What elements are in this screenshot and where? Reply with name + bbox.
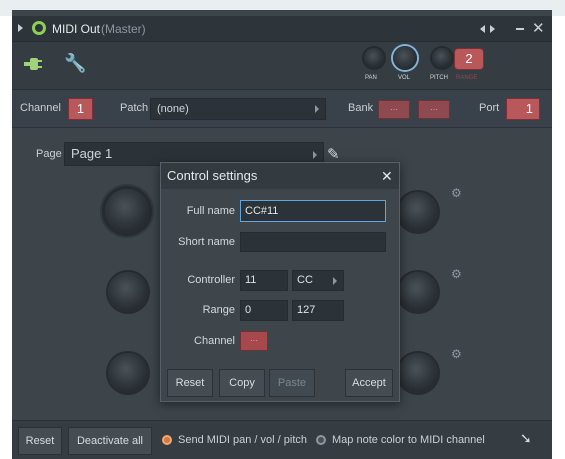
- pitch-knob[interactable]: [432, 48, 452, 68]
- vol-label: VOL: [398, 75, 411, 81]
- fullname-label: Full name: [186, 205, 235, 217]
- controller-label: Controller: [187, 274, 235, 286]
- wrench-icon[interactable]: 🔧: [64, 53, 86, 74]
- deactivate-all-button[interactable]: Deactivate all: [68, 427, 152, 455]
- range-label: RANGE: [456, 75, 478, 81]
- channel-value[interactable]: 1: [68, 98, 93, 120]
- reset-button[interactable]: Reset: [18, 427, 62, 455]
- dialog-paste-button[interactable]: Paste: [269, 369, 315, 397]
- pitch-label: PITCH: [430, 75, 448, 81]
- pointer-icon[interactable]: ➘: [520, 430, 532, 447]
- send-midi-radio[interactable]: [162, 435, 172, 445]
- pan-label: PAN: [365, 75, 377, 81]
- range-value[interactable]: 2: [454, 48, 484, 70]
- controller-type-value: CC: [297, 274, 313, 286]
- patch-value: (none): [157, 103, 189, 115]
- pencil-icon[interactable]: ✎: [327, 145, 340, 163]
- range-min-input[interactable]: 0: [240, 300, 288, 321]
- dialog-close-icon[interactable]: ✕: [381, 168, 393, 185]
- control-knob[interactable]: [105, 189, 149, 233]
- window-subtitle: (Master): [101, 22, 146, 36]
- map-note-radio[interactable]: [316, 435, 326, 445]
- minimize-icon[interactable]: [516, 28, 524, 30]
- fullname-input[interactable]: CC#11: [240, 200, 386, 222]
- page-arrow-icon: [313, 151, 317, 159]
- controller-type-select[interactable]: CC: [292, 270, 344, 291]
- next-arrow-icon[interactable]: [490, 25, 495, 33]
- port-value[interactable]: 1: [506, 98, 540, 120]
- controller-type-arrow-icon: [333, 277, 337, 285]
- dialog-reset-button[interactable]: Reset: [167, 369, 213, 397]
- control-knob[interactable]: [398, 272, 438, 312]
- control-knob[interactable]: [108, 272, 148, 312]
- channel-button[interactable]: ···: [240, 331, 268, 351]
- settings-gear-icon[interactable]: ⚙: [451, 267, 462, 281]
- control-settings-dialog: Control settings ✕ Full name CC#11 Short…: [160, 162, 400, 402]
- patch-arrow-icon: [315, 105, 319, 113]
- bank-label: Bank: [348, 102, 374, 114]
- bottom-bar: Reset Deactivate all Send MIDI pan / vol…: [12, 420, 552, 459]
- bank-button-2[interactable]: ···: [418, 100, 450, 119]
- dialog-title: Control settings: [161, 163, 399, 189]
- control-knob[interactable]: [108, 353, 148, 393]
- collapse-arrow-icon[interactable]: [18, 24, 23, 32]
- vol-knob[interactable]: [393, 46, 417, 70]
- bank-button-1[interactable]: ···: [378, 100, 410, 119]
- dialog-copy-button[interactable]: Copy: [219, 369, 265, 397]
- shortname-label: Short name: [178, 236, 235, 248]
- patch-select[interactable]: (none): [150, 98, 326, 120]
- port-label: Port: [479, 102, 500, 114]
- shortname-input[interactable]: [240, 232, 386, 252]
- close-icon[interactable]: ✕: [532, 19, 545, 37]
- channel-label: Channel: [194, 335, 235, 347]
- window-title: MIDI Out: [52, 22, 101, 36]
- control-knob[interactable]: [398, 353, 438, 393]
- plug-icon[interactable]: [24, 56, 44, 72]
- map-note-label[interactable]: Map note color to MIDI channel: [332, 434, 485, 446]
- page-label: Page: [36, 148, 62, 160]
- send-midi-label[interactable]: Send MIDI pan / vol / pitch: [178, 434, 307, 446]
- range-label: Range: [202, 304, 235, 316]
- channel-label: Channel: [20, 102, 61, 114]
- range-max-input[interactable]: 127: [292, 300, 344, 321]
- patch-label: Patch: [120, 102, 149, 114]
- controller-input[interactable]: 11: [240, 270, 288, 291]
- prev-arrow-icon[interactable]: [480, 25, 485, 33]
- page-value: Page 1: [71, 146, 113, 161]
- dialog-title-text: Control settings: [167, 168, 258, 183]
- settings-gear-icon[interactable]: ⚙: [451, 347, 462, 361]
- settings-gear-icon[interactable]: ⚙: [451, 186, 462, 200]
- toolbar: 🔧 PAN VOL PITCH 2 RANGE: [12, 42, 552, 90]
- gear-icon: [32, 21, 46, 35]
- control-knob[interactable]: [398, 192, 438, 232]
- channel-row: Channel 1 Patch (none) Bank ··· ··· Port…: [12, 90, 552, 128]
- pan-knob[interactable]: [364, 48, 384, 68]
- title-bar[interactable]: MIDI Out (Master) ✕: [12, 16, 552, 42]
- dialog-accept-button[interactable]: Accept: [345, 369, 393, 397]
